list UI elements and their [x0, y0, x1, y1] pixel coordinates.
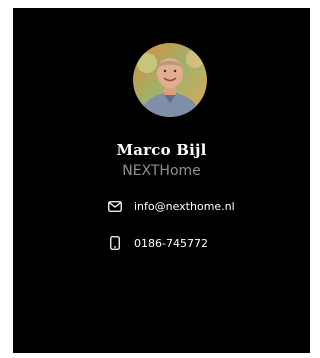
company-name: NEXTHome: [122, 163, 201, 179]
mail-icon: [108, 199, 122, 213]
phone-link[interactable]: 0186-745772: [108, 234, 208, 252]
email-link[interactable]: info@nexthome.nl: [108, 197, 235, 215]
phone-icon: [108, 236, 122, 250]
avatar: [133, 43, 207, 117]
email-text: info@nexthome.nl: [134, 199, 235, 213]
phone-text: 0186-745772: [134, 236, 208, 250]
profile-name: Marco Bijl: [116, 141, 207, 159]
contact-card: Marco Bijl NEXTHome info@nexthome.nl 018…: [13, 8, 310, 353]
profile-photo: [133, 43, 207, 117]
